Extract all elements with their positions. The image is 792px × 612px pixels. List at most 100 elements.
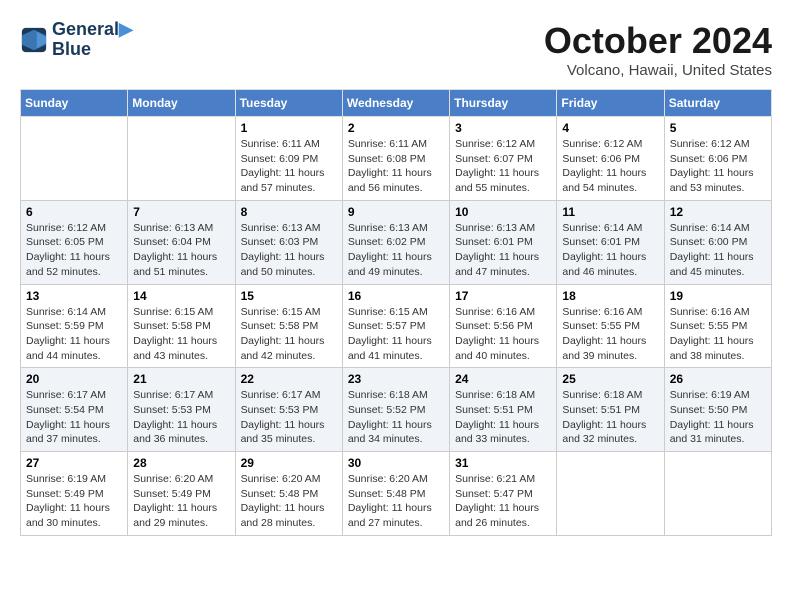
calendar-cell: 13Sunrise: 6:14 AMSunset: 5:59 PMDayligh… [21, 284, 128, 368]
day-number: 22 [241, 372, 337, 386]
calendar-cell: 1Sunrise: 6:11 AMSunset: 6:09 PMDaylight… [235, 117, 342, 201]
calendar-week-row: 6 Sunrise: 6:12 AMSunset: 6:05 PMDaylight… [21, 200, 772, 284]
day-info: Sunrise: 6:19 AMSunset: 5:49 PMDaylight:… [26, 472, 122, 531]
day-info: Sunrise: 6:16 AMSunset: 5:55 PMDaylight:… [562, 305, 658, 364]
calendar-cell: 30 Sunrise: 6:20 AMSunset: 5:48 PMDayligh… [342, 452, 449, 536]
day-number: 21 [133, 372, 229, 386]
calendar-cell: 10 Sunrise: 6:13 AMSunset: 6:01 PMDayligh… [450, 200, 557, 284]
calendar-cell: 27 Sunrise: 6:19 AMSunset: 5:49 PMDayligh… [21, 452, 128, 536]
day-number: 5 [670, 121, 766, 135]
day-number: 14 [133, 289, 229, 303]
day-number: 10 [455, 205, 551, 219]
day-info: Sunrise: 6:20 AMSunset: 5:48 PMDaylight:… [348, 472, 444, 531]
logo-text: General▶ Blue [52, 20, 133, 60]
day-info: Sunrise: 6:14 AMSunset: 6:01 PMDaylight:… [562, 221, 658, 280]
day-number: 7 [133, 205, 229, 219]
day-number: 29 [241, 456, 337, 470]
day-info: Sunrise: 6:13 AMSunset: 6:03 PMDaylight:… [241, 221, 337, 280]
month-title: October 2024 [544, 20, 772, 62]
title-block: October 2024 Volcano, Hawaii, United Sta… [544, 20, 772, 79]
calendar-cell: 4 Sunrise: 6:12 AMSunset: 6:06 PMDaylight… [557, 117, 664, 201]
page-header: General▶ Blue October 2024 Volcano, Hawa… [20, 20, 772, 79]
calendar-cell: 19 Sunrise: 6:16 AMSunset: 5:55 PMDayligh… [664, 284, 771, 368]
day-info: Sunrise: 6:17 AMSunset: 5:53 PMDaylight:… [133, 388, 229, 447]
day-number: 26 [670, 372, 766, 386]
calendar-cell: 20 Sunrise: 6:17 AMSunset: 5:54 PMDayligh… [21, 368, 128, 452]
day-number: 24 [455, 372, 551, 386]
calendar-week-row: 13Sunrise: 6:14 AMSunset: 5:59 PMDayligh… [21, 284, 772, 368]
logo: General▶ Blue [20, 20, 133, 60]
logo-icon [20, 26, 48, 54]
day-number: 18 [562, 289, 658, 303]
day-info: Sunrise: 6:16 AMSunset: 5:56 PMDaylight:… [455, 305, 551, 364]
day-info: Sunrise: 6:18 AMSunset: 5:51 PMDaylight:… [455, 388, 551, 447]
day-info: Sunrise: 6:14 AMSunset: 6:00 PMDaylight:… [670, 221, 766, 280]
day-info: Sunrise: 6:13 AMSunset: 6:02 PMDaylight:… [348, 221, 444, 280]
day-number: 3 [455, 121, 551, 135]
calendar-cell: 6 Sunrise: 6:12 AMSunset: 6:05 PMDaylight… [21, 200, 128, 284]
calendar-cell: 31Sunrise: 6:21 AMSunset: 5:47 PMDayligh… [450, 452, 557, 536]
day-number: 20 [26, 372, 122, 386]
day-number: 11 [562, 205, 658, 219]
day-info: Sunrise: 6:17 AMSunset: 5:54 PMDaylight:… [26, 388, 122, 447]
weekday-header: Monday [128, 90, 235, 117]
day-info: Sunrise: 6:17 AMSunset: 5:53 PMDaylight:… [241, 388, 337, 447]
day-info: Sunrise: 6:13 AMSunset: 6:01 PMDaylight:… [455, 221, 551, 280]
calendar-week-row: 27 Sunrise: 6:19 AMSunset: 5:49 PMDayligh… [21, 452, 772, 536]
calendar-header-row: SundayMondayTuesdayWednesdayThursdayFrid… [21, 90, 772, 117]
day-number: 13 [26, 289, 122, 303]
calendar-cell: 23 Sunrise: 6:18 AMSunset: 5:52 PMDayligh… [342, 368, 449, 452]
calendar-cell [21, 117, 128, 201]
day-number: 1 [241, 121, 337, 135]
calendar-cell [128, 117, 235, 201]
calendar-table: SundayMondayTuesdayWednesdayThursdayFrid… [20, 89, 772, 536]
day-info: Sunrise: 6:20 AMSunset: 5:48 PMDaylight:… [241, 472, 337, 531]
weekday-header: Friday [557, 90, 664, 117]
calendar-cell: 5Sunrise: 6:12 AMSunset: 6:06 PMDaylight… [664, 117, 771, 201]
day-info: Sunrise: 6:11 AMSunset: 6:08 PMDaylight:… [348, 137, 444, 196]
calendar-cell: 25 Sunrise: 6:18 AMSunset: 5:51 PMDayligh… [557, 368, 664, 452]
calendar-cell: 14 Sunrise: 6:15 AMSunset: 5:58 PMDayligh… [128, 284, 235, 368]
day-info: Sunrise: 6:18 AMSunset: 5:52 PMDaylight:… [348, 388, 444, 447]
calendar-week-row: 20 Sunrise: 6:17 AMSunset: 5:54 PMDayligh… [21, 368, 772, 452]
calendar-cell [664, 452, 771, 536]
day-number: 15 [241, 289, 337, 303]
calendar-cell: 21 Sunrise: 6:17 AMSunset: 5:53 PMDayligh… [128, 368, 235, 452]
calendar-cell: 17 Sunrise: 6:16 AMSunset: 5:56 PMDayligh… [450, 284, 557, 368]
day-info: Sunrise: 6:15 AMSunset: 5:57 PMDaylight:… [348, 305, 444, 364]
day-number: 8 [241, 205, 337, 219]
day-number: 30 [348, 456, 444, 470]
calendar-cell: 29 Sunrise: 6:20 AMSunset: 5:48 PMDayligh… [235, 452, 342, 536]
calendar-cell: 9 Sunrise: 6:13 AMSunset: 6:02 PMDaylight… [342, 200, 449, 284]
day-info: Sunrise: 6:16 AMSunset: 5:55 PMDaylight:… [670, 305, 766, 364]
day-number: 12 [670, 205, 766, 219]
day-number: 2 [348, 121, 444, 135]
day-number: 31 [455, 456, 551, 470]
day-number: 19 [670, 289, 766, 303]
calendar-cell: 2 Sunrise: 6:11 AMSunset: 6:08 PMDaylight… [342, 117, 449, 201]
day-number: 9 [348, 205, 444, 219]
day-number: 16 [348, 289, 444, 303]
calendar-cell: 12 Sunrise: 6:14 AMSunset: 6:00 PMDayligh… [664, 200, 771, 284]
calendar-cell [557, 452, 664, 536]
calendar-cell: 8 Sunrise: 6:13 AMSunset: 6:03 PMDaylight… [235, 200, 342, 284]
day-info: Sunrise: 6:12 AMSunset: 6:05 PMDaylight:… [26, 221, 122, 280]
day-number: 25 [562, 372, 658, 386]
day-info: Sunrise: 6:15 AMSunset: 5:58 PMDaylight:… [133, 305, 229, 364]
day-number: 27 [26, 456, 122, 470]
day-info: Sunrise: 6:12 AMSunset: 6:07 PMDaylight:… [455, 137, 551, 196]
day-info: Sunrise: 6:18 AMSunset: 5:51 PMDaylight:… [562, 388, 658, 447]
calendar-cell: 26Sunrise: 6:19 AMSunset: 5:50 PMDayligh… [664, 368, 771, 452]
day-number: 4 [562, 121, 658, 135]
day-number: 17 [455, 289, 551, 303]
calendar-cell: 15Sunrise: 6:15 AMSunset: 5:58 PMDayligh… [235, 284, 342, 368]
weekday-header: Thursday [450, 90, 557, 117]
day-number: 23 [348, 372, 444, 386]
day-number: 28 [133, 456, 229, 470]
day-number: 6 [26, 205, 122, 219]
day-info: Sunrise: 6:13 AMSunset: 6:04 PMDaylight:… [133, 221, 229, 280]
calendar-cell: 16 Sunrise: 6:15 AMSunset: 5:57 PMDayligh… [342, 284, 449, 368]
calendar-cell: 3 Sunrise: 6:12 AMSunset: 6:07 PMDaylight… [450, 117, 557, 201]
day-info: Sunrise: 6:20 AMSunset: 5:49 PMDaylight:… [133, 472, 229, 531]
day-info: Sunrise: 6:12 AMSunset: 6:06 PMDaylight:… [562, 137, 658, 196]
